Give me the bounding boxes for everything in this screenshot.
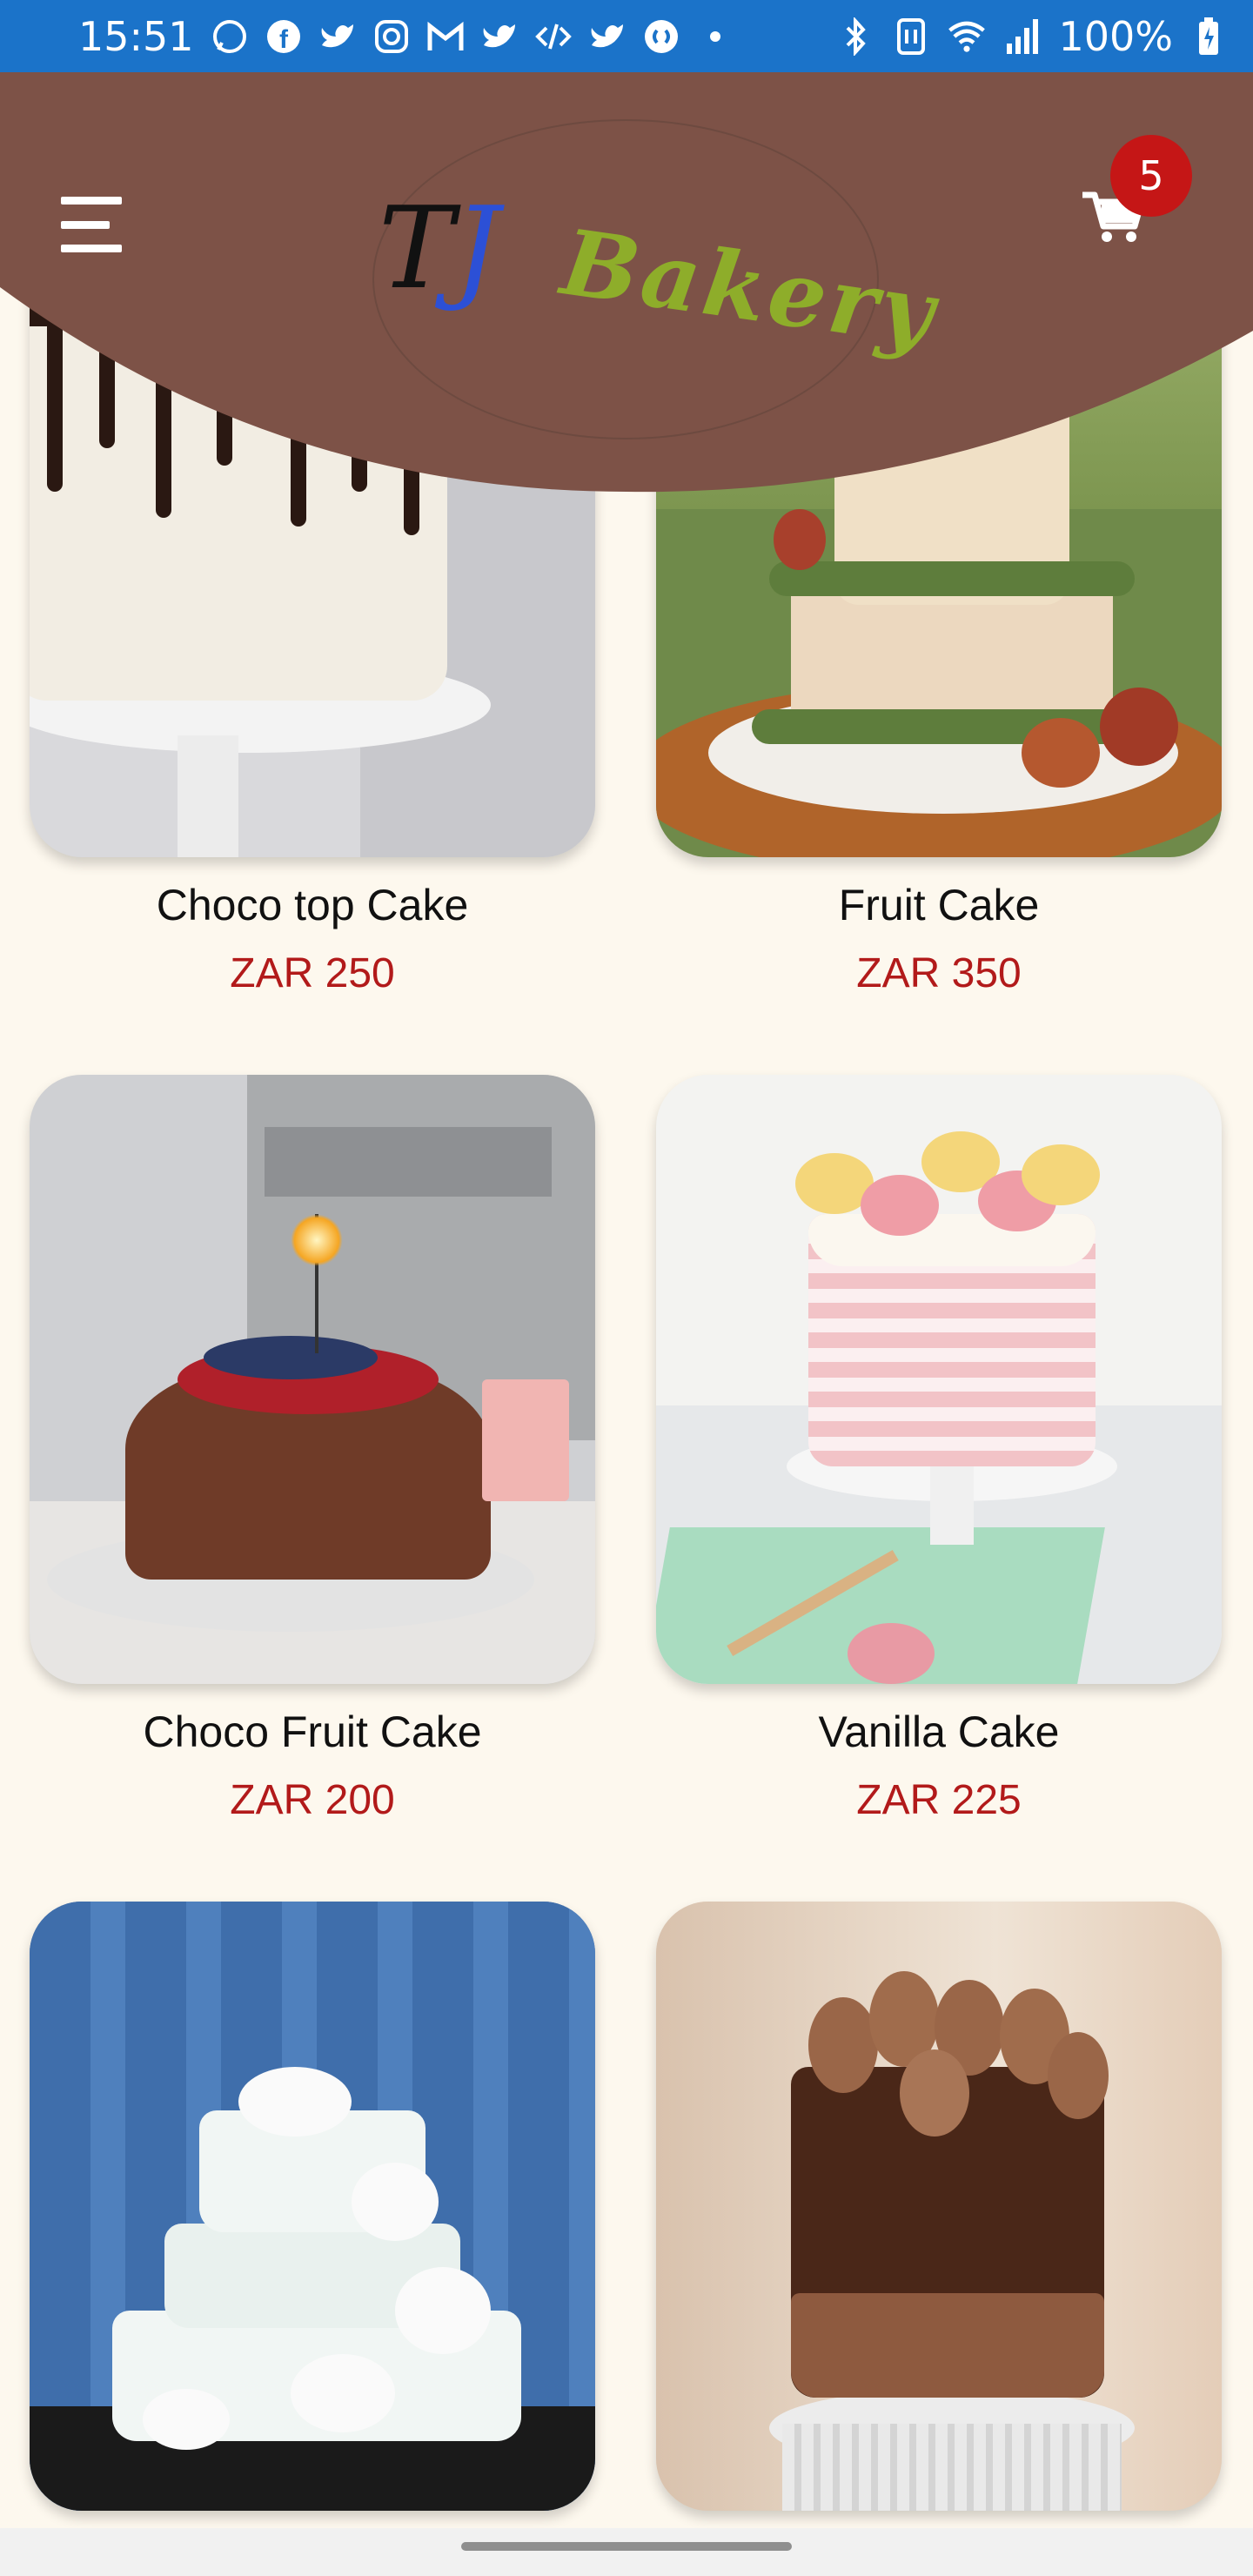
- twitter-icon: [479, 17, 519, 57]
- wifi-icon: [947, 17, 987, 57]
- twitter-icon: [318, 17, 358, 57]
- product-price: ZAR 350: [856, 950, 1022, 996]
- menu-icon-bar: [61, 197, 122, 205]
- svg-text:f: f: [279, 25, 289, 54]
- product-card-white-floral[interactable]: [30, 1902, 595, 2533]
- system-icons: 100%: [835, 13, 1229, 60]
- code-icon: [533, 17, 573, 57]
- product-name: Fruit Cake: [838, 881, 1040, 929]
- notification-icons: f: [210, 17, 735, 57]
- product-name: Vanilla Cake: [818, 1707, 1060, 1756]
- dot-icon: [695, 17, 735, 57]
- battery-icon: [1189, 17, 1229, 57]
- twitter-icon: [587, 17, 627, 57]
- status-bar: 15:51 f 100%: [0, 0, 1253, 72]
- product-image[interactable]: [30, 1902, 595, 2511]
- bakery-logo: TJ Bakery: [372, 119, 943, 439]
- gesture-bar: [0, 2528, 1253, 2576]
- product-price: ZAR 200: [230, 1777, 395, 1823]
- menu-icon-bar: [61, 220, 110, 229]
- facebook-icon: f: [264, 17, 304, 57]
- logo-initials: TJ: [379, 182, 499, 314]
- whatsapp-icon: [210, 17, 250, 57]
- product-card-chocolate-swirl[interactable]: [656, 1902, 1222, 2533]
- product-name: Choco Fruit Cake: [143, 1707, 482, 1756]
- product-price: ZAR 225: [856, 1777, 1022, 1823]
- logo-letter-t: T: [379, 182, 454, 314]
- status-time: 15:51: [78, 12, 194, 60]
- bluetooth-icon: [835, 17, 875, 57]
- home-indicator[interactable]: [461, 2542, 792, 2551]
- product-name: Choco top Cake: [156, 881, 469, 929]
- gmail-icon: [425, 17, 466, 57]
- product-card-vanilla[interactable]: Vanilla Cake ZAR 225: [656, 1075, 1222, 1824]
- cart-count-badge[interactable]: 5: [1110, 135, 1192, 217]
- product-card-choco-fruit[interactable]: Choco Fruit Cake ZAR 200: [30, 1075, 595, 1824]
- battery-percentage: 100%: [1058, 12, 1173, 60]
- product-image[interactable]: [656, 1075, 1222, 1684]
- instagram-icon: [372, 17, 412, 57]
- app-header: TJ Bakery 5: [0, 0, 1253, 505]
- nfc-icon: [891, 17, 931, 57]
- product-price: ZAR 250: [230, 950, 395, 996]
- shazam-icon: [641, 17, 681, 57]
- menu-button[interactable]: [52, 190, 131, 259]
- product-image[interactable]: [656, 1902, 1222, 2511]
- menu-icon-bar: [61, 245, 122, 252]
- product-image[interactable]: [30, 1075, 595, 1684]
- logo-letter-j: J: [453, 182, 499, 314]
- signal-icon: [1002, 17, 1042, 57]
